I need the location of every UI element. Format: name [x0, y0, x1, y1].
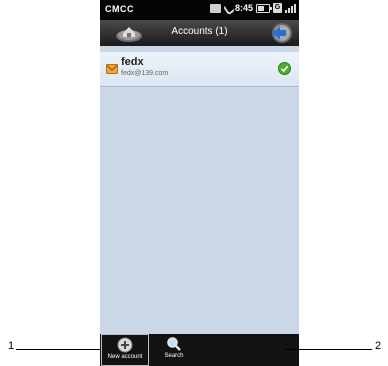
- title-bar: Accounts (1): [100, 20, 299, 46]
- callout-number-2: 2: [375, 340, 382, 352]
- account-name: fedx: [121, 56, 144, 68]
- carrier-name: CMCC: [105, 4, 134, 14]
- status-icons: 8:45 G: [209, 3, 296, 13]
- signal-strength-icon: [285, 3, 296, 13]
- message-notification-icon: [209, 3, 221, 13]
- back-arrow-icon[interactable]: [269, 22, 293, 44]
- battery-level-fill: [258, 5, 264, 11]
- missed-call-icon: [224, 3, 232, 13]
- bottom-toolbar: New account Search: [100, 334, 299, 366]
- status-bar: CMCC 8:45 G: [100, 0, 299, 20]
- account-email: fedx@139.com: [121, 70, 169, 77]
- mailbox-icon: [106, 64, 118, 74]
- check-icon: [278, 62, 291, 75]
- search-icon: [167, 337, 181, 351]
- phone-screen: CMCC 8:45 G Accounts (1) fedx fedx@139.c…: [100, 0, 299, 366]
- account-row[interactable]: fedx fedx@139.com: [100, 52, 299, 87]
- new-account-label: New account: [107, 354, 143, 360]
- add-icon: [117, 337, 133, 353]
- status-time: 8:45: [234, 3, 253, 13]
- search-label: Search: [164, 353, 184, 359]
- battery-icon: [256, 3, 272, 13]
- search-button[interactable]: Search: [150, 334, 198, 366]
- accounts-list: fedx fedx@139.com: [100, 46, 299, 334]
- callout-number-1: 1: [8, 340, 15, 352]
- new-account-button[interactable]: New account: [101, 334, 149, 366]
- callout-line-1: [16, 349, 101, 350]
- callout-line-2: [284, 349, 372, 350]
- network-type-badge: G: [273, 3, 282, 13]
